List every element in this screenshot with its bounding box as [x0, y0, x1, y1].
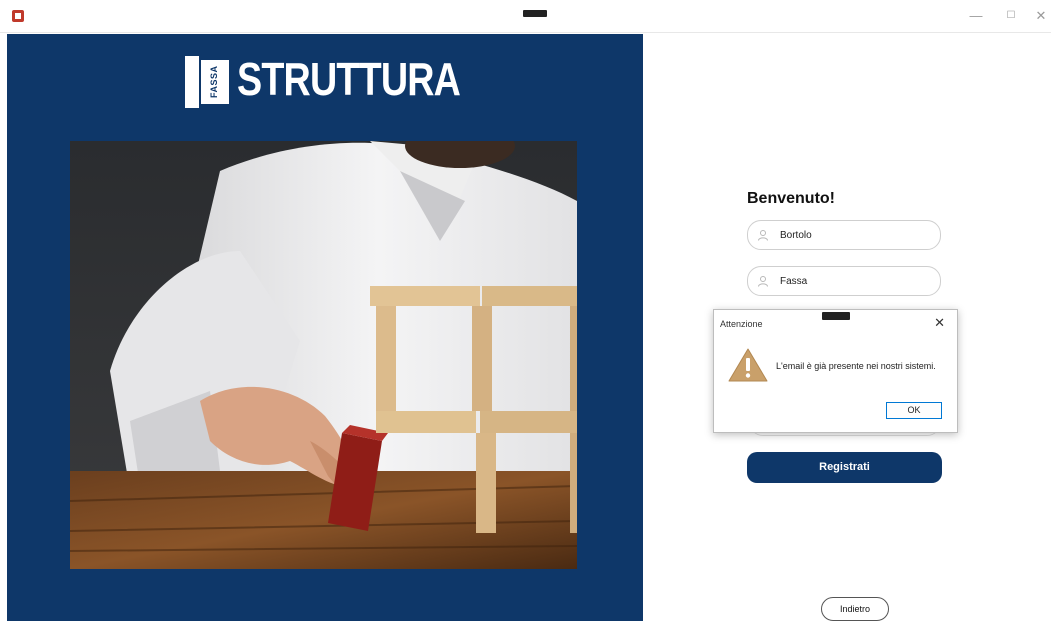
first-name-field[interactable]: [747, 220, 941, 250]
hero-illustration: [70, 141, 577, 569]
hero-photo: [70, 141, 577, 569]
logo-wordmark: STRUTTURA: [237, 53, 461, 105]
first-name-input[interactable]: [780, 227, 930, 244]
last-name-field[interactable]: [747, 266, 941, 296]
minimize-button[interactable]: —: [965, 6, 987, 26]
warning-icon: [728, 348, 768, 382]
dialog-title: Attenzione: [720, 319, 763, 329]
ok-button[interactable]: OK: [886, 402, 942, 419]
welcome-heading: Benvenuto!: [747, 190, 835, 207]
logo-mark: FASSA: [185, 56, 230, 108]
dialog-close-button[interactable]: ✕: [934, 315, 945, 331]
back-button[interactable]: Indietro: [821, 597, 889, 621]
logo-fassa-text: FASSA: [209, 65, 219, 99]
user-icon: [758, 276, 768, 287]
dialog-message: L'email è già presente nei nostri sistem…: [776, 361, 936, 371]
title-drag-handle[interactable]: [523, 10, 547, 17]
alert-dialog: Attenzione ✕ L'email è già presente nei …: [713, 309, 958, 433]
close-window-button[interactable]: ✕: [1030, 6, 1051, 26]
maximize-button[interactable]: ☐: [1000, 6, 1022, 26]
register-button[interactable]: Registrati: [747, 452, 942, 483]
brand-panel: FASSA STRUTTURA: [7, 34, 643, 621]
last-name-input[interactable]: [780, 273, 930, 290]
title-bar: — ☐ ✕: [0, 0, 1051, 33]
dialog-drag-handle[interactable]: [822, 312, 850, 320]
app-icon: [12, 10, 24, 22]
user-icon: [758, 230, 768, 241]
